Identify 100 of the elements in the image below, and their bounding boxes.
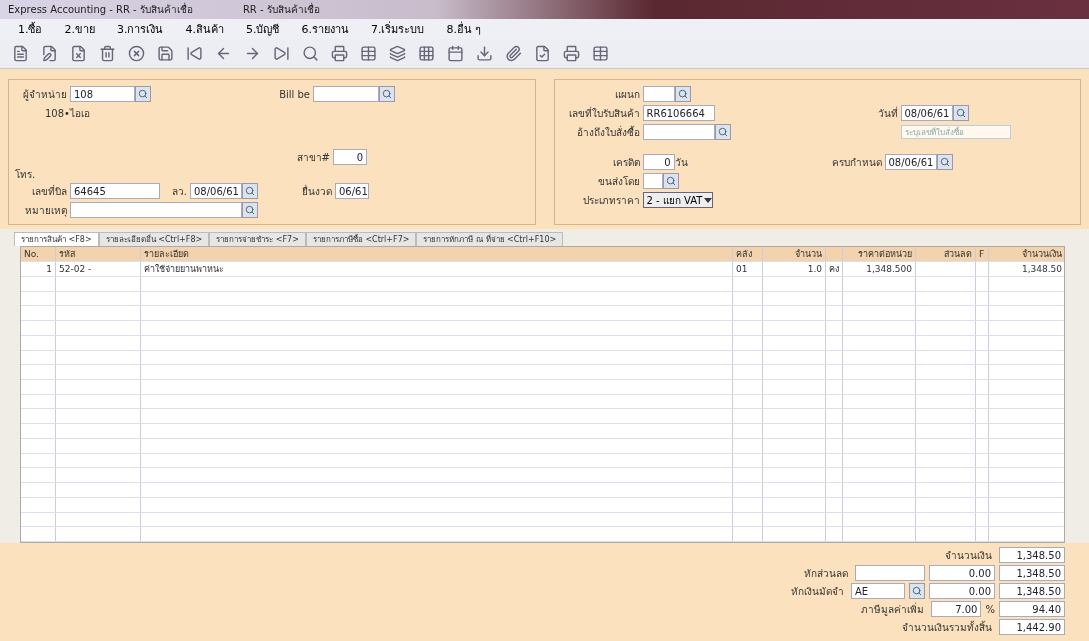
search-icon [912,586,922,596]
column-header: F [976,247,989,261]
field-label: สาขา# [295,150,331,165]
input-field[interactable]: 08/06/61 [900,105,953,121]
input-field[interactable]: 64645 [70,183,160,199]
lookup-button[interactable] [379,86,395,102]
table-icon[interactable] [590,43,610,64]
field-label: ยื่นงวด [301,183,333,199]
vendor-name: 108•ไอเอ [45,106,91,121]
search-icon [245,205,255,215]
grid-icon[interactable] [416,43,436,64]
input-field[interactable]: AE [851,583,905,599]
column-header: รายละเอียด [141,247,733,261]
input-field[interactable]: 08/06/61 [190,183,242,199]
table-cell: 52-02 - [56,262,141,276]
field-label: ครบกำหนด [830,155,883,170]
tab[interactable]: รายการหักภาษี ณ ที่จ่าย <Ctrl+F10> [416,232,564,246]
input-field[interactable]: 1,348.50 [999,547,1065,563]
lookup-button[interactable] [135,86,151,102]
lookup-button[interactable] [909,583,925,599]
field-label: Bill be [278,88,311,100]
input-field[interactable]: 0 [642,154,675,170]
menu-item[interactable]: 7.เริ่มระบบ [371,20,425,38]
menu-item[interactable]: 6.รายงาน [301,20,349,38]
table-cell: ค่าใช้จ่ายยานพาหนะ [141,262,733,276]
tab[interactable]: รายการสินค้า <F8> [14,232,99,246]
tab[interactable]: รายการจ่ายชำระ <F7> [209,232,306,246]
input-field[interactable]: 06/61 [335,183,369,199]
field-label: อ้างถึงใบสั่งซื้อ [575,124,641,140]
column-header: No. [21,247,56,261]
column-header: ส่วนลด [916,247,976,261]
field-label: วันที่ [876,105,899,121]
menu-item[interactable]: 4.สินค้า [185,20,224,38]
paperclip-icon[interactable] [503,43,523,64]
field-label: เครดิต [611,155,641,170]
input-field[interactable]: 0.00 [929,565,995,581]
input-field[interactable]: 1,348.50 [999,565,1065,581]
table-icon[interactable] [358,43,378,64]
column-header: ราคาต่อหน่วย [843,247,916,261]
field-label: ประเภทราคา [581,193,641,208]
tab[interactable]: รายการภาษีซื้อ <Ctrl+F7> [305,232,417,246]
caret-icon [703,197,712,203]
input-field[interactable]: 7.00 [931,601,982,617]
layers-icon[interactable] [387,43,407,64]
unit-label: วัน [674,155,689,170]
input-field[interactable] [642,86,675,102]
price-type-dropdown[interactable]: 2 - แยก VAT [642,192,713,208]
input-field[interactable]: 1,348.50 [999,583,1065,599]
print-icon[interactable] [329,43,349,64]
input-field[interactable]: 0.00 [929,583,995,599]
search-icon [138,89,148,99]
field-label: ลว. [170,184,188,199]
download-icon[interactable] [474,43,494,64]
menu-item[interactable]: 2.ขาย [64,20,95,38]
field-label: ขนส่งโดย [596,174,641,189]
search-icon [939,157,950,167]
search-icon [665,176,676,186]
print-icon[interactable] [561,43,581,64]
field-label: หมายเหตุ [24,203,68,218]
input-field[interactable]: RR6106664 [642,105,715,121]
table-cell: 1.0 [763,262,826,276]
input-field[interactable]: 94.40 [999,601,1065,617]
input-field[interactable] [642,173,663,189]
table-cell: 1,348.500 [843,262,916,276]
lookup-button[interactable] [242,183,258,199]
menu-item[interactable]: 5.บัญชี [246,20,280,38]
input-field[interactable]: 108 [70,86,135,102]
column-header: จำนวนเงิน [989,247,1064,261]
input-field[interactable] [70,202,242,218]
percent-label: % [985,603,995,615]
column-header: คลัง [733,247,763,261]
table-cell: 01 [733,262,763,276]
column-header: รหัส [56,247,141,261]
search-icon [717,127,728,137]
menu-item[interactable]: 1.ซื้อ [18,20,43,38]
table-cell: 1 [21,262,56,276]
tab[interactable]: รายละเอียดอื่น <Ctrl+F8> [98,232,210,246]
input-field[interactable]: 08/06/61 [884,154,937,170]
field-label: ภาษีมูลค่าเพิ่ม [860,601,926,617]
save-icon[interactable] [155,43,175,64]
search-icon [955,108,966,118]
field-label: หักเงินมัดจำ [790,584,845,599]
search-icon [245,186,255,196]
menu-item[interactable]: 3.การเงิน [117,20,164,38]
input-field[interactable] [313,86,379,102]
input-field[interactable] [642,124,715,140]
field-label: เลขที่บิล [31,183,68,199]
close-icon[interactable] [126,43,146,64]
menu-item[interactable]: 8.อื่น ๆ [446,20,482,38]
field-label: เลขที่ใบรับสินค้า [567,105,641,121]
input-field[interactable]: 1,442.90 [999,619,1065,635]
input-field[interactable] [855,565,925,581]
column-header: จำนวน [763,247,826,261]
trash-icon[interactable] [97,43,117,64]
input-field[interactable]: 0 [333,149,367,165]
phone-label: โทร. [15,167,37,182]
field-label: แผนก [613,87,641,102]
field-label: จำนวนเงินรวมทั้งสิ้น [901,619,993,635]
lookup-button[interactable] [242,202,258,218]
calendar-icon[interactable] [445,43,465,64]
